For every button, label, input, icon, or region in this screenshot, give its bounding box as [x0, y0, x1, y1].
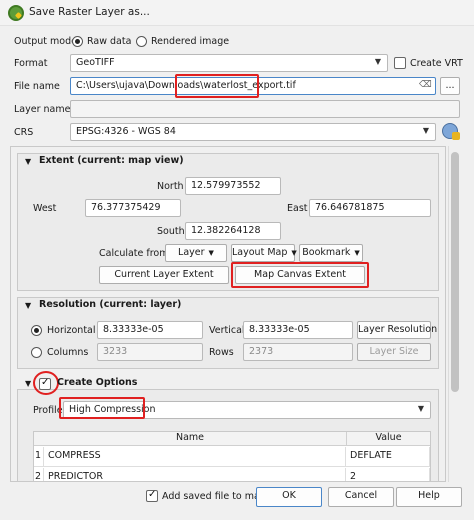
vertical-input[interactable]: 8.33333e-05 [243, 321, 353, 339]
bookmark-button[interactable]: Bookmark ▼ [299, 244, 363, 262]
rendered-image-label[interactable]: Rendered image [151, 36, 229, 47]
layer-size-button[interactable]: Layer Size [357, 343, 431, 361]
option-name[interactable]: PREDICTOR [44, 468, 346, 481]
layer-name-input[interactable] [70, 100, 460, 118]
create-options-title[interactable]: Create Options [57, 377, 137, 388]
columns-radio[interactable] [31, 347, 42, 358]
collapse-triangle-icon[interactable]: ▼ [25, 301, 31, 310]
value-column-header[interactable]: Value [346, 432, 430, 446]
options-table: Name Value 1 COMPRESS DEFLATE 2 PREDICTO… [33, 431, 431, 481]
north-input[interactable]: 12.579973552 [185, 177, 281, 195]
layout-map-button[interactable]: Layout Map ▼ [231, 244, 297, 262]
columns-label[interactable]: Columns [47, 347, 88, 358]
add-saved-file-checkbox[interactable] [146, 489, 158, 502]
horizontal-radio[interactable] [31, 325, 42, 336]
extent-title[interactable]: Extent (current: map view) [39, 155, 184, 166]
collapse-triangle-icon[interactable]: ▼ [25, 157, 31, 166]
row-index: 1 [34, 447, 44, 467]
horizontal-input[interactable]: 8.33333e-05 [97, 321, 203, 339]
chevron-down-icon: ▼ [374, 57, 381, 66]
scrollbar-thumb[interactable] [451, 152, 459, 392]
profile-highlight-box [59, 397, 145, 419]
rows-label: Rows [209, 347, 234, 358]
create-vrt-checkbox[interactable] [394, 57, 406, 69]
north-label: North [157, 181, 184, 192]
chevron-down-icon: ▼ [291, 249, 297, 257]
format-value: GeoTIFF [76, 57, 115, 68]
columns-input[interactable]: 3233 [97, 343, 203, 361]
collapse-triangle-icon[interactable]: ▼ [25, 379, 31, 388]
window-title: Save Raster Layer as... [29, 6, 150, 18]
rendered-image-radio[interactable] [136, 36, 147, 47]
row-index: 2 [34, 468, 44, 481]
west-input[interactable]: 76.377375429 [85, 199, 181, 217]
name-column-header[interactable]: Name [34, 432, 346, 446]
horizontal-label[interactable]: Horizontal [47, 325, 96, 336]
clear-icon[interactable]: ⌫ [419, 80, 432, 90]
output-mode-label: Output mode [14, 36, 77, 47]
south-input[interactable]: 12.382264128 [185, 222, 281, 240]
ok-button[interactable]: OK [256, 487, 322, 507]
options-scroll-area: ▼ Extent (current: map view) North 12.57… [10, 146, 446, 482]
calculate-from-label: Calculate from [99, 248, 169, 259]
current-layer-extent-button[interactable]: Current Layer Extent [99, 266, 229, 284]
raw-data-radio[interactable] [72, 36, 83, 47]
bookmark-label: Bookmark [302, 247, 351, 258]
option-name[interactable]: COMPRESS [44, 447, 346, 467]
add-saved-file-label[interactable]: Add saved file to map [162, 491, 266, 502]
raw-data-label[interactable]: Raw data [87, 36, 131, 47]
format-label: Format [14, 58, 48, 69]
format-select[interactable]: GeoTIFF ▼ [70, 54, 388, 72]
create-vrt-label[interactable]: Create VRT [410, 58, 463, 69]
map-canvas-highlight-box [231, 262, 369, 288]
rows-input[interactable]: 2373 [243, 343, 353, 361]
qgis-logo-icon [8, 5, 24, 21]
layout-map-label: Layout Map [232, 247, 288, 258]
create-options-highlight-circle [33, 371, 59, 395]
west-label: West [33, 203, 57, 214]
file-name-label: File name [14, 81, 60, 92]
crs-value: EPSG:4326 - WGS 84 [76, 126, 176, 137]
east-input[interactable]: 76.646781875 [309, 199, 431, 217]
chevron-down-icon: ▼ [208, 249, 214, 257]
option-value[interactable]: DEFLATE [346, 447, 430, 467]
crs-selector-icon[interactable] [442, 123, 460, 140]
east-label: East [287, 203, 308, 214]
browse-button[interactable]: ... [440, 77, 460, 95]
cancel-button[interactable]: Cancel [328, 487, 394, 507]
chevron-down-icon: ▼ [422, 126, 429, 135]
filename-highlight-box [175, 74, 259, 98]
layer-name-label: Layer name [14, 104, 71, 115]
chevron-down-icon: ▼ [417, 404, 424, 413]
layer-resolution-button[interactable]: Layer Resolution [357, 321, 437, 339]
resolution-title[interactable]: Resolution (current: layer) [39, 299, 181, 310]
crs-label: CRS [14, 127, 34, 138]
layer-button-label: Layer [178, 247, 205, 258]
table-row[interactable]: 2 PREDICTOR 2 [34, 468, 430, 481]
south-label: South [157, 226, 185, 237]
option-value[interactable]: 2 [346, 468, 430, 481]
table-row[interactable]: 1 COMPRESS DEFLATE [34, 447, 430, 467]
vertical-label: Vertical [209, 325, 245, 336]
crs-select[interactable]: EPSG:4326 - WGS 84 ▼ [70, 123, 436, 141]
layer-button[interactable]: Layer ▼ [165, 244, 227, 262]
help-button[interactable]: Help [396, 487, 462, 507]
chevron-down-icon: ▼ [354, 249, 360, 257]
